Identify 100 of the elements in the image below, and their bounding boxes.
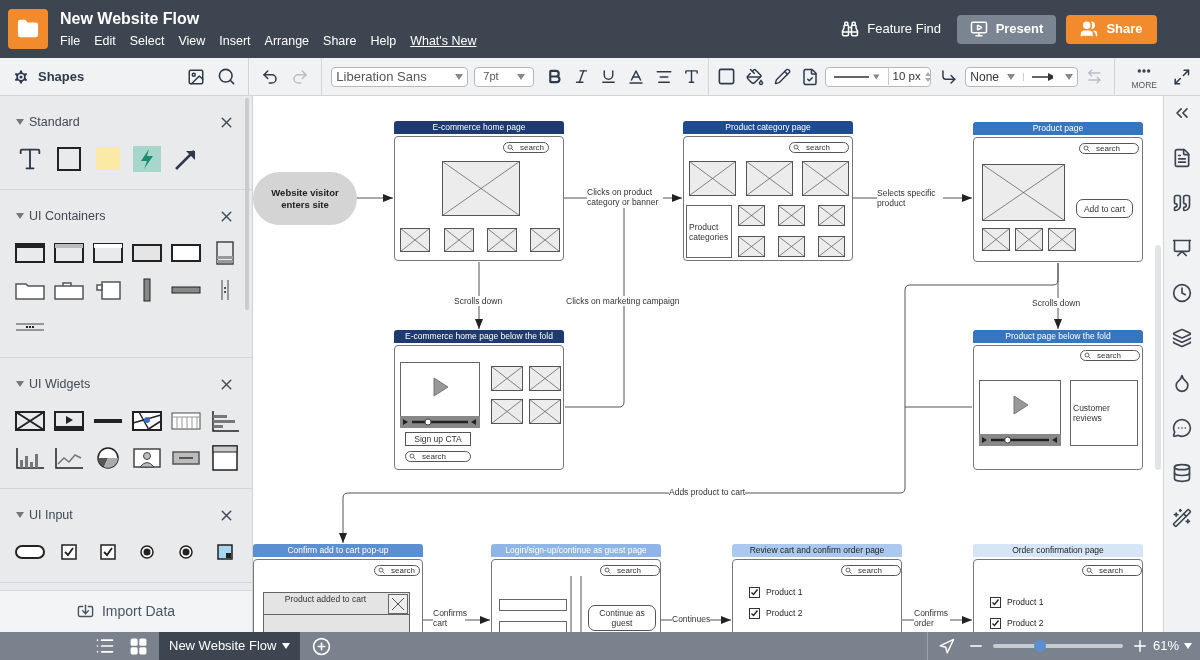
lightning-icon[interactable] <box>132 145 161 172</box>
magic-wand-icon[interactable] <box>1172 508 1192 528</box>
window-icon[interactable] <box>52 240 85 265</box>
image-placeholder <box>487 228 517 252</box>
window-icon[interactable] <box>13 240 46 265</box>
caret-icon <box>516 73 525 80</box>
menu-item[interactable]: Edit <box>94 33 116 49</box>
image-placeholder <box>778 236 805 257</box>
presentation-icon[interactable] <box>1172 238 1192 258</box>
section-title[interactable]: UI Input <box>29 505 73 525</box>
style-icon[interactable] <box>800 67 819 86</box>
text-options-icon[interactable] <box>682 68 700 85</box>
image-placeholder-icon[interactable] <box>13 408 46 433</box>
settings-icon[interactable] <box>12 67 30 86</box>
feature-find-button[interactable]: Feature Find <box>841 19 941 39</box>
grid-view-icon[interactable] <box>129 636 148 656</box>
database-icon[interactable] <box>1172 463 1192 483</box>
map-icon[interactable] <box>130 408 163 433</box>
page-tab[interactable]: New Website Flow <box>159 632 301 660</box>
section-title[interactable]: Standard <box>29 112 80 132</box>
menu-item[interactable]: Share <box>323 33 357 49</box>
canvas-scrollbar[interactable] <box>1155 245 1161 470</box>
connector-label: Scrolls down <box>454 296 503 306</box>
input-field <box>499 621 567 632</box>
import-data-button[interactable]: Import Data <box>0 590 252 632</box>
search-text: search <box>617 566 641 575</box>
droplet-icon[interactable] <box>1172 373 1192 393</box>
zoom-slider-thumb[interactable] <box>1033 640 1046 652</box>
product-label: Product 1 <box>1007 596 1044 609</box>
add-page-icon[interactable] <box>312 636 332 656</box>
menu-item[interactable]: Select <box>129 33 165 49</box>
image-placeholder <box>529 399 561 424</box>
window-icon[interactable] <box>91 240 124 265</box>
search-icon[interactable] <box>217 67 237 86</box>
line-color-icon[interactable] <box>773 68 791 85</box>
navigation-icon[interactable] <box>937 637 955 655</box>
arrow-end-icon[interactable] <box>1023 72 1053 81</box>
layers-icon[interactable] <box>1172 328 1192 348</box>
expanded-caret-icon[interactable] <box>16 212 24 220</box>
shape-border-icon[interactable] <box>716 67 736 86</box>
comment-icon[interactable] <box>1172 418 1192 438</box>
list-view-icon[interactable] <box>95 636 115 656</box>
menu-item[interactable]: File <box>60 33 81 49</box>
line-chart-icon[interactable] <box>52 445 85 470</box>
panel-scrollbar[interactable] <box>245 98 249 310</box>
quote-icon[interactable] <box>1172 193 1192 213</box>
image-icon[interactable] <box>187 67 206 86</box>
connector-icon[interactable] <box>939 67 958 86</box>
page-title: Login/sign-up/continue as guest page <box>491 544 661 557</box>
present-button[interactable]: Present <box>957 14 1056 44</box>
menu-item[interactable]: View <box>178 33 206 49</box>
solid-line-icon <box>833 73 870 80</box>
line-width-value[interactable]: 10 px <box>887 67 921 86</box>
section-title[interactable]: UI Containers <box>29 206 106 226</box>
font-color-icon[interactable] <box>626 67 645 86</box>
more-label[interactable]: MORE <box>1131 78 1157 91</box>
page-title: E-commerce home page below the fold <box>394 330 564 343</box>
rectangle-icon[interactable] <box>55 145 82 172</box>
close-icon <box>388 594 408 614</box>
search-icon <box>507 144 514 151</box>
image-placeholder <box>746 161 793 196</box>
arrow-style-control[interactable]: None <box>965 66 1078 87</box>
underline-icon[interactable] <box>599 68 617 85</box>
expanded-caret-icon[interactable] <box>16 118 24 126</box>
binoculars-icon <box>841 20 860 38</box>
font-size-select[interactable]: 7pt <box>474 66 534 87</box>
expanded-caret-icon[interactable] <box>16 380 24 388</box>
menu-item[interactable]: Help <box>370 33 397 49</box>
fullscreen-icon[interactable] <box>1173 67 1191 86</box>
line-style-control[interactable]: 10 px <box>824 66 931 87</box>
menu-item[interactable]: Arrange <box>264 33 310 49</box>
fill-color-icon[interactable] <box>745 67 764 86</box>
clock-icon[interactable] <box>1172 283 1192 303</box>
image-placeholder <box>530 228 560 252</box>
image-placeholder <box>818 205 845 226</box>
toolbar-window-icon[interactable] <box>210 443 239 472</box>
document-icon[interactable] <box>1172 148 1192 168</box>
import-icon <box>76 603 94 620</box>
document-title[interactable]: New Website Flow <box>60 9 477 29</box>
caret-icon <box>1064 73 1073 80</box>
popup-message: Product added to cart <box>283 593 368 606</box>
column-chart-icon[interactable] <box>13 445 46 470</box>
search-text: search <box>858 566 882 575</box>
profile-picture-icon[interactable] <box>130 445 163 470</box>
connector-label: Confirms order <box>914 608 950 628</box>
search-icon <box>1084 352 1091 359</box>
image-placeholder <box>818 236 845 257</box>
video-player-icon[interactable] <box>52 408 85 433</box>
page-title: Product page below the fold <box>973 330 1143 343</box>
arrow-start-value[interactable]: None <box>970 67 999 86</box>
whats-new-link[interactable]: What's New <box>410 33 477 49</box>
search-icon <box>378 567 385 574</box>
undo-icon[interactable] <box>261 67 280 86</box>
section-title[interactable]: UI Widgets <box>29 374 91 394</box>
caret-icon <box>1007 73 1015 80</box>
expanded-caret-icon[interactable] <box>16 511 24 519</box>
product-label: Product 2 <box>766 607 803 620</box>
menu-item[interactable]: Insert <box>219 33 251 49</box>
font-select[interactable]: Liberation Sans <box>331 66 469 87</box>
zoom-level[interactable]: 61% <box>1152 636 1179 656</box>
